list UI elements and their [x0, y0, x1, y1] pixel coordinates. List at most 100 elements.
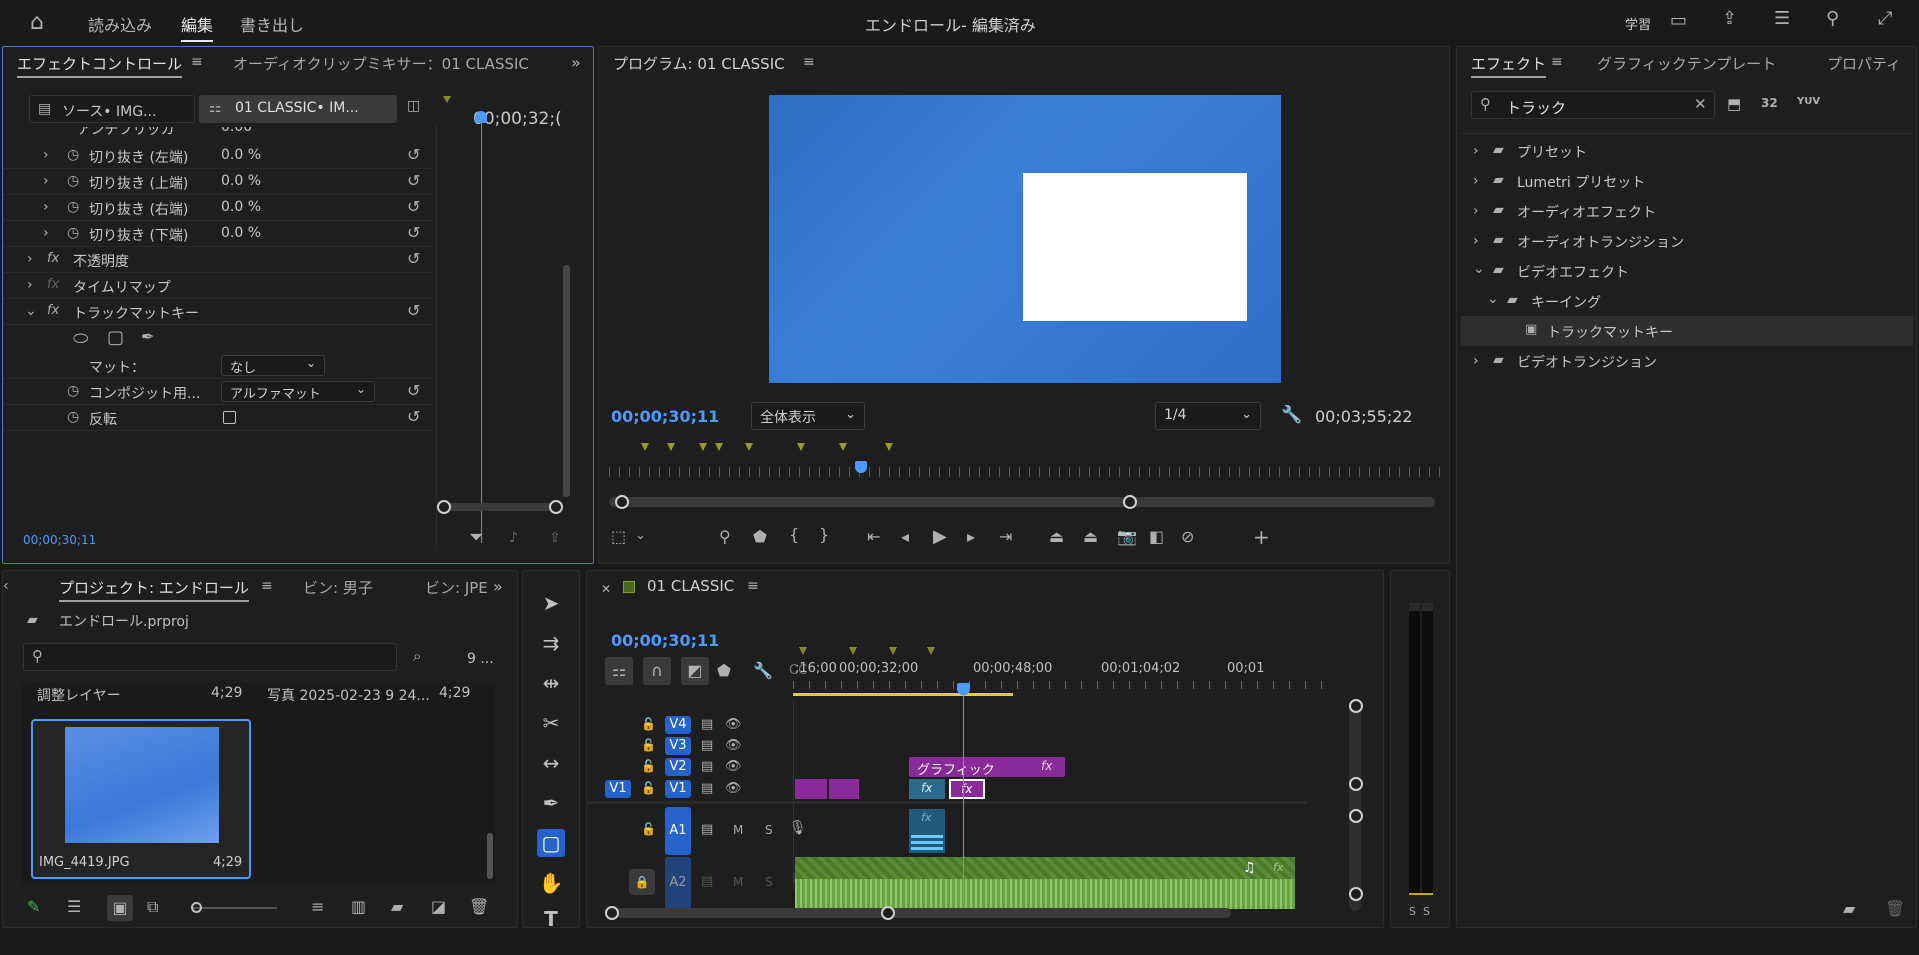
tree-item-track-matte-key[interactable]: ▣ トラックマットキー [1461, 316, 1913, 346]
track-select-tool-icon[interactable]: ⇉ [537, 629, 565, 657]
extract-icon[interactable]: ⏏ [1083, 529, 1098, 545]
ec-hscroll-left-handle[interactable] [437, 500, 451, 514]
track-target-v3[interactable]: V3 [665, 737, 691, 755]
stopwatch-icon[interactable]: ◷ [67, 384, 79, 398]
panel-icon[interactable]: ▭ [1670, 12, 1687, 30]
sync-lock-icon[interactable]: ▤ [701, 823, 713, 836]
ellipse-mask-icon[interactable]: ⬭ [73, 330, 88, 348]
crop-left-value[interactable]: 0.0 % [221, 147, 261, 163]
eye-icon[interactable]: 👁 [725, 739, 742, 752]
pen-mask-icon[interactable]: ✒ [141, 329, 154, 345]
sort-icon[interactable]: ≡ [311, 899, 324, 915]
overflow-icon[interactable]: » [493, 579, 503, 595]
eye-icon[interactable]: 👁 [725, 782, 742, 795]
freeform-view-icon[interactable]: ⧉ [147, 899, 158, 915]
learn-button[interactable]: 学習 [1625, 14, 1651, 33]
tab-bin-jpe[interactable]: ビン: JPE [425, 577, 488, 598]
reset-icon[interactable]: ↺ [407, 383, 420, 399]
marker[interactable] [715, 439, 723, 455]
eye-icon[interactable]: 👁 [725, 760, 742, 773]
crop-right-value[interactable]: 0.0 % [221, 199, 261, 215]
pencil-icon[interactable]: ✎ [27, 899, 40, 915]
list-item[interactable]: 調整レイヤー 4;29 写真 2025-02-23 9 24... 4;29 [21, 683, 495, 705]
export-icon[interactable]: ⇪ [549, 531, 561, 545]
menu-export[interactable]: 書き出し [240, 12, 304, 36]
crop-bottom-value[interactable]: 0.0 % [221, 225, 261, 241]
selected-clip[interactable]: fx [949, 779, 985, 799]
ec-scrollbar[interactable] [563, 265, 570, 497]
tab-graphic-templates[interactable]: グラフィックテンプレート [1597, 53, 1776, 74]
audio-loop-icon[interactable]: ♪ [509, 531, 518, 545]
vscroll-handle[interactable] [1349, 809, 1363, 823]
lock-icon[interactable]: 🔓 [641, 823, 656, 835]
lock-icon[interactable]: 🔒 [629, 869, 655, 895]
panel-menu-icon[interactable]: ≡ [261, 579, 273, 593]
slip-tool-icon[interactable]: ↔ [537, 749, 565, 777]
stopwatch-icon[interactable]: ◷ [67, 174, 79, 188]
rectangle-tool-icon[interactable]: ▢ [537, 829, 565, 857]
type-tool-icon[interactable]: T [537, 905, 565, 927]
stopwatch-icon[interactable]: ◷ [67, 200, 79, 214]
program-scroll-track[interactable] [609, 497, 1435, 507]
list-view-icon[interactable]: ☰ [67, 899, 81, 915]
marker[interactable] [799, 643, 807, 659]
marker[interactable] [849, 643, 857, 659]
vscroll-handle[interactable] [1349, 777, 1363, 791]
panel-menu-icon[interactable]: ≡ [803, 55, 815, 69]
track-target-a1[interactable]: A1 [665, 807, 691, 855]
sync-lock-icon[interactable]: ▤ [701, 760, 713, 773]
new-item-icon[interactable]: ◪ [431, 899, 446, 915]
vscroll-handle[interactable] [1349, 887, 1363, 901]
lock-icon[interactable]: 🔓 [641, 782, 656, 794]
program-playhead[interactable] [855, 461, 867, 473]
timeline-timecode[interactable]: 00;00;30;11 [611, 631, 719, 650]
reset-icon[interactable]: ↺ [407, 251, 420, 267]
timeline-hscroll-left[interactable] [605, 906, 619, 920]
zoom-slider-handle[interactable] [191, 902, 202, 913]
marker[interactable] [839, 439, 847, 455]
tree-item-video-transitions[interactable]: › ▰ ビデオトランジション [1461, 346, 1913, 376]
marker[interactable] [641, 439, 649, 455]
audio-clip[interactable]: fx [909, 809, 945, 853]
sync-lock-icon[interactable]: ▤ [701, 875, 713, 888]
wrench-icon[interactable]: 🔧 [753, 663, 773, 679]
tab-effect-controls[interactable]: エフェクトコントロール [17, 53, 183, 78]
tree-item-audio-transitions[interactable]: › ▰ オーディオトランジション [1461, 226, 1913, 256]
zoom-slider[interactable] [193, 907, 277, 909]
timeline-playhead[interactable] [957, 683, 970, 695]
lock-icon[interactable]: 🔓 [641, 718, 656, 730]
search-magic-icon[interactable]: ⚲ [1826, 10, 1839, 28]
lift-icon[interactable]: ⏏ [1049, 529, 1064, 545]
home-icon[interactable]: ⌂ [30, 12, 44, 34]
tree-item-lumetri-presets[interactable]: › ▰ Lumetri プリセット [1461, 166, 1913, 196]
meter-solo-right[interactable]: S [1423, 905, 1430, 918]
mute-button[interactable]: M [733, 875, 743, 889]
zoom-in-icon[interactable]: ⚲ [719, 529, 731, 545]
marker[interactable] [889, 643, 897, 659]
close-icon[interactable]: ✕ [601, 583, 611, 595]
stopwatch-icon[interactable]: ◷ [67, 410, 79, 424]
program-timecode[interactable]: 00;00;30;11 [611, 407, 719, 426]
ec-hscroll[interactable] [443, 503, 557, 511]
trash-icon[interactable]: 🗑 [469, 899, 489, 915]
reset-icon[interactable]: ↺ [407, 225, 420, 241]
timeline-hscroll[interactable] [609, 908, 1231, 918]
meter-solo-left[interactable]: S [1409, 905, 1416, 918]
effects-search[interactable]: ⚲ トラック ✕ [1471, 91, 1715, 119]
music-clip[interactable]: ♫ fx [795, 857, 1295, 909]
toggle-timeline-icon[interactable]: ◫ [407, 99, 420, 113]
solo-button[interactable]: S [765, 875, 773, 889]
tab-timeline-sequence[interactable]: 01 CLASSIC [647, 577, 734, 595]
menu-edit[interactable]: 編集 [181, 12, 214, 42]
add-marker-icon[interactable]: ⬟ [717, 663, 731, 679]
marker[interactable] [885, 439, 893, 455]
work-area-bar[interactable] [793, 693, 1013, 696]
marker[interactable] [745, 439, 753, 455]
expand-chevron-icon[interactable]: › [43, 226, 49, 240]
expand-chevron-icon[interactable]: › [43, 148, 49, 162]
compare-icon[interactable]: ◧ [1149, 529, 1164, 545]
play-icon[interactable]: ▶ [933, 528, 947, 546]
thumbnail-item[interactable]: IMG_4419.JPG 4;29 [31, 719, 251, 879]
32bit-icon[interactable]: 32 [1761, 97, 1778, 109]
overflow-icon[interactable]: » [571, 55, 581, 71]
